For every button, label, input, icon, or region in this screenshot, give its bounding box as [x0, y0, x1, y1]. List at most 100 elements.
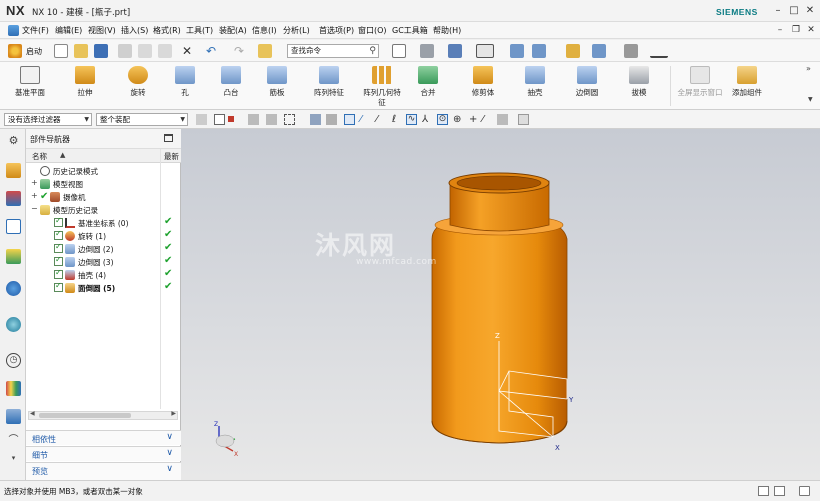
options-icon[interactable]: [518, 114, 529, 125]
constraint-navigator-icon[interactable]: [6, 191, 21, 206]
tree-item-history-mode[interactable]: 历史记录模式: [26, 165, 181, 178]
navigator-horizontal-scrollbar[interactable]: ◀ ▶: [28, 410, 178, 420]
delete-icon[interactable]: ✕: [180, 44, 194, 58]
section-icon[interactable]: [592, 44, 606, 58]
gear-icon[interactable]: ⚙: [6, 133, 21, 148]
draft-button[interactable]: 拔模: [624, 66, 654, 98]
redo-icon[interactable]: ↷: [232, 44, 246, 58]
copy-icon[interactable]: [138, 44, 152, 58]
process-studio-icon[interactable]: [6, 409, 21, 424]
menu-assembly[interactable]: 装配(A): [219, 25, 247, 36]
ribbon-options-icon[interactable]: ▼: [808, 96, 813, 103]
revolve-button[interactable]: 旋转: [123, 66, 153, 98]
edge-blend-button[interactable]: 边倒圆: [570, 66, 604, 98]
status-layout-icon[interactable]: [774, 486, 785, 496]
visibility-checkbox[interactable]: [54, 229, 63, 240]
expand-icon[interactable]: +: [31, 191, 38, 200]
select-arrow-icon[interactable]: [248, 114, 259, 125]
shell-button[interactable]: 抽壳: [520, 66, 550, 98]
background-color-icon[interactable]: [476, 44, 494, 58]
recent-files-icon[interactable]: [258, 44, 272, 58]
select-rectangle-icon[interactable]: [266, 114, 277, 125]
add-component-button[interactable]: 添加组件: [728, 66, 766, 98]
face-select-icon[interactable]: [326, 114, 337, 125]
bottle-body[interactable]: [431, 212, 568, 444]
menu-edit[interactable]: 编辑(E): [55, 25, 82, 36]
paste-icon[interactable]: [158, 44, 172, 58]
lasso-icon[interactable]: [284, 114, 295, 125]
maximize-button[interactable]: □: [787, 4, 801, 18]
render-style-icon[interactable]: [420, 44, 434, 58]
bottle-opening[interactable]: [456, 175, 542, 191]
panel-preview[interactable]: 预览 ∨: [26, 462, 181, 480]
history-clock-icon[interactable]: ◷: [6, 353, 21, 368]
web-browser-icon[interactable]: [6, 317, 21, 332]
menu-preferences[interactable]: 首选项(P): [319, 25, 354, 36]
view-orient-icon[interactable]: [510, 44, 524, 58]
menu-info[interactable]: 信息(I): [252, 25, 277, 36]
boss-button[interactable]: 凸台: [216, 66, 246, 98]
layer-icon[interactable]: [532, 44, 546, 58]
visibility-checkbox[interactable]: [54, 255, 63, 266]
filter-icon[interactable]: [196, 114, 207, 125]
maximize-panel-icon[interactable]: [164, 134, 173, 142]
hd3d-tools-icon[interactable]: [6, 281, 21, 296]
tree-item-datum-csys[interactable]: 基准坐标系 (0) ✔: [26, 216, 181, 230]
type-filter-select[interactable]: 没有选择过滤器 ▼: [4, 113, 92, 126]
system-materials-icon[interactable]: [6, 381, 21, 396]
start-icon[interactable]: [8, 44, 22, 58]
menu-help[interactable]: 帮助(H): [433, 25, 461, 36]
point-on-curve-icon[interactable]: ⁄: [482, 114, 493, 125]
unite-button[interactable]: 合并: [413, 66, 443, 98]
select-feature-icon[interactable]: [228, 116, 234, 122]
menu-gc-toolbox[interactable]: GC工具箱: [392, 25, 428, 36]
tree-item-model-history[interactable]: − 模型历史记录: [26, 204, 181, 217]
doc-close-button[interactable]: ✕: [804, 23, 818, 37]
trim-body-button[interactable]: 修剪体: [466, 66, 500, 98]
visibility-checkbox[interactable]: [54, 268, 63, 279]
doc-minimize-button[interactable]: –: [773, 23, 787, 37]
tree-item-model-views[interactable]: + 模型视图: [26, 178, 181, 191]
existing-point-icon[interactable]: +: [469, 114, 480, 125]
shaded-icon[interactable]: [448, 44, 462, 58]
mid-point-icon[interactable]: ∿: [406, 114, 417, 125]
select-box-icon[interactable]: [214, 114, 225, 125]
status-fullscreen-icon[interactable]: [799, 486, 810, 496]
roles-icon[interactable]: ⌒: [6, 433, 21, 448]
distance-icon[interactable]: [650, 44, 668, 58]
tree-item-edge-blend-3[interactable]: 边倒圆 (3) ✔: [26, 255, 181, 269]
close-button[interactable]: ✕: [803, 4, 817, 18]
menu-format[interactable]: 格式(R): [153, 25, 181, 36]
panel-dependencies[interactable]: 相依性 ∨: [26, 430, 181, 445]
datum-plane-button[interactable]: 基准平面: [10, 66, 50, 98]
menu-file[interactable]: 文件(F): [22, 25, 49, 36]
column-name[interactable]: 名称: [32, 151, 47, 162]
scroll-left-icon[interactable]: ◀: [30, 410, 35, 417]
hole-button[interactable]: 孔: [170, 66, 200, 98]
tree-item-cameras[interactable]: + ✔ 摄像机: [26, 191, 181, 204]
save-icon[interactable]: [94, 44, 108, 58]
minimize-button[interactable]: –: [771, 4, 785, 18]
selection-scope-select[interactable]: 整个装配 ▼: [96, 113, 188, 126]
doc-restore-button[interactable]: ❐: [789, 23, 803, 37]
tree-item-face-blend[interactable]: 面倒圆 (5) ✔: [26, 281, 181, 295]
menu-view[interactable]: 视图(V): [88, 25, 116, 36]
ribbon-more-icon[interactable]: »: [806, 64, 811, 73]
rib-button[interactable]: 筋板: [262, 66, 292, 98]
graphics-window[interactable]: Z Y X Z X 沐风网 www.mfcad.com: [181, 129, 820, 480]
measure-icon[interactable]: [566, 44, 580, 58]
command-finder-input[interactable]: 查找命令 ⚲: [287, 44, 379, 58]
line-icon[interactable]: ⁄: [376, 114, 387, 125]
visibility-checkbox[interactable]: [54, 216, 63, 227]
reuse-library-icon[interactable]: [6, 249, 21, 264]
visibility-checkbox[interactable]: [54, 281, 63, 292]
menu-tools[interactable]: 工具(T): [186, 25, 213, 36]
full-screen-button[interactable]: 全屏显示窗口: [677, 66, 723, 98]
pattern-geometry-button[interactable]: 阵列几何特征: [360, 66, 404, 108]
visibility-checkbox[interactable]: [54, 242, 63, 253]
pattern-feature-button[interactable]: 阵列特征: [310, 66, 348, 98]
scroll-right-icon[interactable]: ▶: [171, 410, 176, 417]
quadrant-icon[interactable]: ⊕: [453, 114, 464, 125]
clipping-icon[interactable]: [624, 44, 638, 58]
undo-icon[interactable]: ↶: [204, 44, 218, 58]
